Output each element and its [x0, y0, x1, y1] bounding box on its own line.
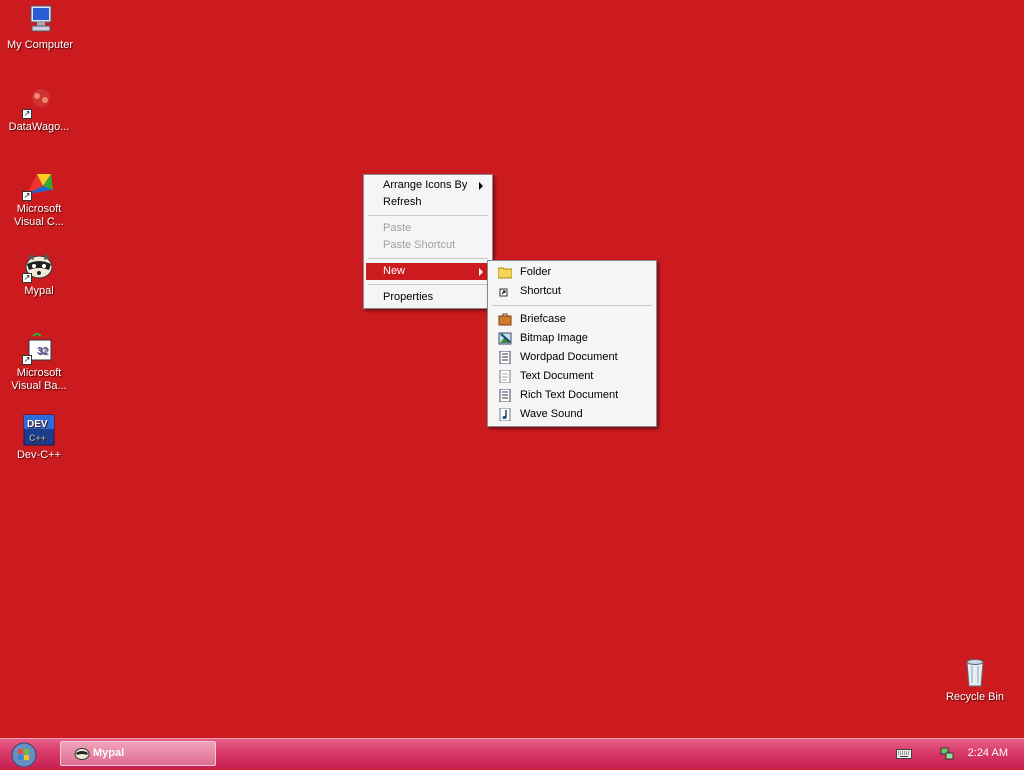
computer-icon — [24, 4, 56, 36]
shortcut-overlay-icon: ↗ — [22, 191, 32, 201]
menu-separator — [368, 215, 488, 216]
menu-separator — [368, 284, 488, 285]
menu-item-label: Arrange Icons By — [383, 179, 468, 191]
menu-item-label: Bitmap Image — [520, 332, 588, 344]
menu-item-label: Wave Sound — [520, 408, 583, 420]
menu-item-new[interactable]: New — [366, 263, 490, 280]
menu-separator — [368, 258, 488, 259]
desktop-icon-label: Mypal — [24, 285, 54, 297]
datawagon-icon: ↗ — [22, 86, 55, 119]
menu-item-new-bitmap-image[interactable]: Bitmap Image — [490, 329, 654, 348]
desktop-icon-my-computer[interactable]: My Computer — [2, 4, 78, 52]
wordpad-icon — [498, 350, 512, 365]
desktop-icon-devcpp[interactable]: DEV C++ Dev-C++ — [1, 414, 77, 462]
svg-text:C++: C++ — [29, 433, 46, 443]
desktop-icon-datawagon[interactable]: ↗ DataWago... — [1, 86, 77, 134]
menu-item-label: Folder — [520, 266, 552, 278]
system-clock[interactable]: 2:24 AM — [968, 747, 1008, 759]
desktop-icon-label: Microsoft Visual Ba... — [11, 367, 67, 392]
network-icon[interactable] — [940, 746, 954, 760]
menu-item-label: Shortcut — [520, 285, 561, 297]
menu-item-label: New — [383, 265, 406, 277]
submenu-arrow-icon — [479, 182, 483, 190]
devcpp-icon: DEV C++ — [23, 414, 55, 446]
desktop-icon-label: Dev-C++ — [16, 449, 62, 461]
menu-item-new-shortcut[interactable]: Shortcut — [490, 282, 654, 301]
start-button[interactable] — [7, 741, 41, 768]
windows-orb-icon — [11, 742, 37, 768]
taskbar-button-label: Mypal — [93, 747, 125, 759]
new-submenu: Folder Shortcut Briefcase Bitmap Image W… — [487, 260, 657, 427]
desktop-icon-label: My Computer — [6, 39, 74, 51]
shortcut-overlay-icon: ↗ — [22, 273, 32, 283]
menu-item-new-wordpad-document[interactable]: Wordpad Document — [490, 348, 654, 367]
menu-item-new-briefcase[interactable]: Briefcase — [490, 310, 654, 329]
taskbar-button-mypal[interactable]: Mypal — [60, 741, 216, 766]
desktop-icon-label: Recycle Bin — [945, 691, 1005, 703]
menu-item-label: Paste Shortcut — [383, 239, 456, 251]
menu-separator — [492, 305, 652, 306]
wave-sound-icon — [498, 407, 512, 422]
desktop-context-menu: Arrange Icons By Refresh Paste Paste Sho… — [363, 174, 493, 309]
desktop-icon-recycle-bin[interactable]: Recycle Bin — [937, 656, 1013, 704]
svg-text:DEV: DEV — [27, 419, 48, 430]
menu-item-label: Rich Text Document — [520, 389, 619, 401]
recycle-bin-icon — [959, 656, 991, 688]
mypal-raccoon-icon: ↗ — [22, 250, 55, 283]
desktop-icon-visual-basic[interactable]: 32 ↗ Microsoft Visual Ba... — [1, 332, 77, 393]
menu-item-label: Refresh — [383, 196, 422, 208]
visual-cpp-icon: ↗ — [22, 168, 55, 201]
menu-item-refresh[interactable]: Refresh — [366, 194, 490, 211]
rich-text-icon — [498, 388, 512, 403]
menu-item-new-text-document[interactable]: Text Document — [490, 367, 654, 386]
desktop-icon-visual-cpp[interactable]: ↗ Microsoft Visual C... — [1, 168, 77, 229]
menu-item-new-folder[interactable]: Folder — [490, 263, 654, 282]
visual-basic-icon: 32 ↗ — [22, 332, 55, 365]
menu-item-label: Properties — [383, 291, 434, 303]
menu-item-properties[interactable]: Properties — [366, 289, 490, 306]
submenu-arrow-icon — [479, 268, 483, 276]
menu-item-paste: Paste — [366, 220, 490, 237]
menu-item-arrange-icons-by[interactable]: Arrange Icons By — [366, 177, 490, 194]
shortcut-icon — [498, 285, 512, 298]
menu-item-paste-shortcut: Paste Shortcut — [366, 237, 490, 254]
menu-item-label: Wordpad Document — [520, 351, 618, 363]
keyboard-icon[interactable] — [896, 749, 912, 759]
shortcut-overlay-icon: ↗ — [22, 109, 32, 119]
desktop-icon-mypal[interactable]: ↗ Mypal — [1, 250, 77, 298]
briefcase-icon — [498, 313, 512, 326]
desktop-icon-label: DataWago... — [8, 121, 70, 133]
menu-item-new-rich-text-document[interactable]: Rich Text Document — [490, 386, 654, 405]
desktop-icon-label: Microsoft Visual C... — [14, 203, 64, 228]
svg-text:32: 32 — [37, 346, 49, 357]
bitmap-icon — [498, 332, 512, 345]
shortcut-overlay-icon: ↗ — [22, 355, 32, 365]
menu-item-label: Briefcase — [520, 313, 566, 325]
menu-item-label: Text Document — [520, 370, 594, 382]
taskbar: Mypal 2:24 AM — [0, 738, 1024, 769]
menu-item-label: Paste — [383, 222, 412, 234]
mypal-raccoon-icon — [74, 746, 90, 760]
text-document-icon — [498, 369, 512, 384]
folder-icon — [497, 266, 513, 279]
menu-item-new-wave-sound[interactable]: Wave Sound — [490, 405, 654, 424]
